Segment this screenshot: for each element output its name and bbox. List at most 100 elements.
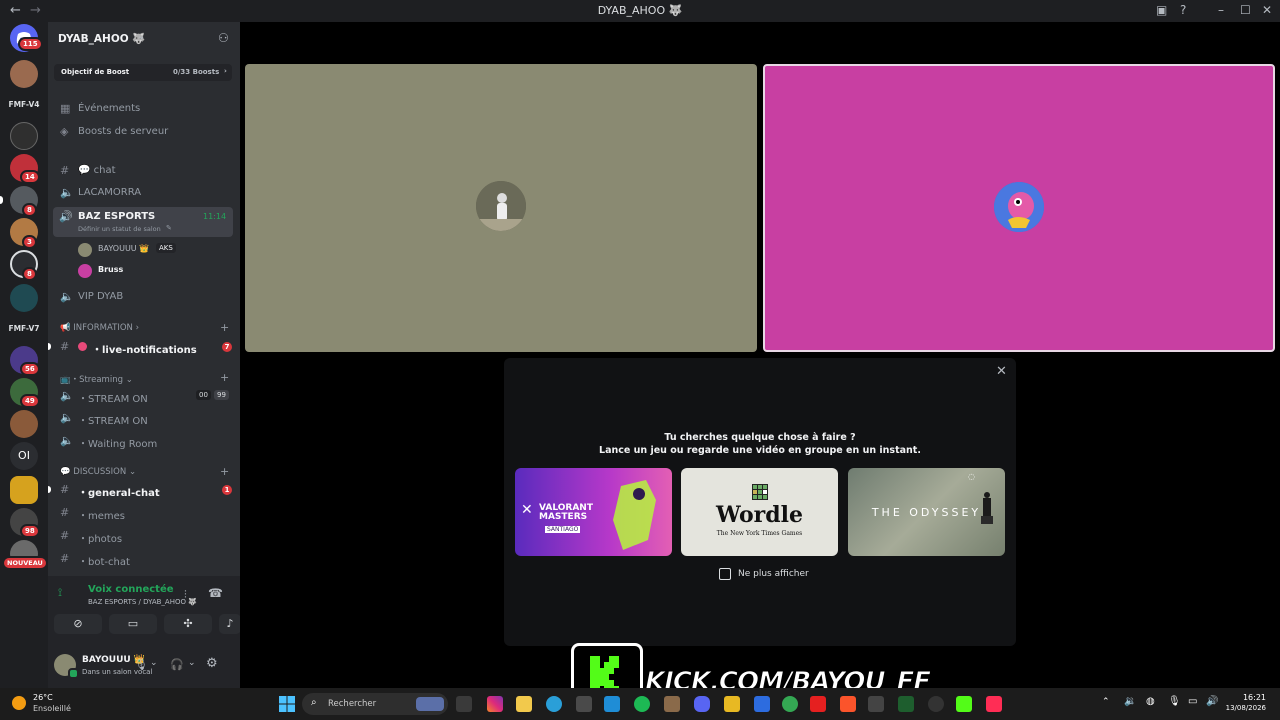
taskbar-search[interactable]: ⌕ Rechercher — [302, 693, 448, 715]
voice-user-bayouuu[interactable]: BAYOUUU 👑 AKS — [78, 241, 234, 259]
server-icon[interactable] — [10, 122, 38, 150]
spotify-icon[interactable] — [634, 696, 650, 712]
microphone-tray-icon[interactable]: 🎙 — [1168, 696, 1181, 707]
noise-suppression-icon[interactable]: ⫶ — [184, 588, 187, 602]
server-icon-fmf-v7[interactable]: FMF-V7 — [2, 324, 46, 333]
server-boosts-label: Boosts de serveur — [78, 126, 169, 137]
disconnect-icon[interactable]: ☎ — [208, 586, 223, 600]
volume-icon[interactable]: 🔉 — [1124, 696, 1136, 707]
instagram-icon[interactable] — [487, 696, 503, 712]
activity-card-valorant[interactable]: ✕ VALORANT MASTERS SANTIAGO — [515, 468, 672, 556]
activity-card-odyssey[interactable]: THE ODYSSEY ◌ — [848, 468, 1005, 556]
server-icon[interactable] — [10, 410, 38, 438]
add-member-icon[interactable]: ⚇ — [218, 31, 229, 45]
activity-card-wordle[interactable]: Wordle The New York Times Games — [681, 468, 838, 556]
soundboard-button[interactable]: ♪ — [219, 614, 241, 634]
avatar — [78, 243, 92, 257]
brave-icon[interactable] — [840, 696, 856, 712]
category-information-label: 📢 INFORMATION — [60, 323, 133, 333]
voice-channel-baz-esports[interactable]: 🔊 BAZ ESPORTS 11:14 Définir un statut de… — [53, 207, 233, 237]
voice-channel-vip[interactable]: 🔈 VIP DYAB — [54, 287, 234, 307]
camera-off-button[interactable]: ⊘ — [54, 614, 102, 634]
chevron-down-icon[interactable]: ⌄ — [150, 658, 158, 668]
channel-memes[interactable]: # ・memes — [54, 503, 234, 523]
voice-channel-stream-on-2[interactable]: 🔈 ・STREAM ON — [54, 408, 234, 428]
avatar — [994, 182, 1044, 232]
server-header[interactable]: DYAB_AHOO 🐺 ⌄ ⚇ — [48, 22, 240, 56]
inbox-icon[interactable]: ▣ — [1156, 3, 1167, 17]
network-icon[interactable]: ◍ — [1146, 696, 1155, 707]
wordle-grid-icon — [752, 484, 768, 500]
speaker-tray-icon[interactable]: 🔊 — [1206, 696, 1218, 707]
edge-icon[interactable] — [546, 696, 562, 712]
task-view-icon[interactable] — [456, 696, 472, 712]
speaker-icon: 🔈 — [60, 186, 74, 199]
share-screen-button[interactable]: ▭ — [109, 614, 157, 634]
stream-on-2-label: ・STREAM ON — [78, 416, 148, 427]
app-icon[interactable] — [604, 696, 620, 712]
voice-channel-lacamorra[interactable]: 🔈 LACAMORRA — [54, 183, 234, 203]
minimize-button[interactable]: – — [1218, 3, 1224, 17]
participant-tile-bayouuu[interactable] — [245, 64, 757, 352]
weather-temp[interactable]: 26°C — [33, 693, 53, 702]
set-status-link[interactable]: Définir un statut de salon — [78, 225, 161, 233]
obs-icon[interactable] — [928, 696, 944, 712]
discord-icon[interactable] — [694, 696, 710, 712]
app-icon[interactable] — [898, 696, 914, 712]
kick-app-icon[interactable] — [956, 696, 972, 712]
app-icon[interactable] — [810, 696, 826, 712]
wordle-subtitle: The New York Times Games — [716, 530, 803, 537]
tray-chevron-up-icon[interactable]: ⌃ — [1102, 697, 1110, 707]
chevron-down-icon[interactable]: ⌄ — [188, 658, 196, 668]
server-icon[interactable] — [10, 284, 38, 312]
app-icon[interactable] — [576, 696, 592, 712]
channel-photos[interactable]: # ・photos — [54, 526, 234, 546]
boost-goal-bar[interactable]: Objectif de Boost 0/33 Boosts › — [54, 64, 232, 81]
help-icon[interactable]: ? — [1180, 3, 1186, 17]
add-channel-icon[interactable]: + — [220, 371, 229, 384]
clock-date[interactable]: 13/08/2026 — [1222, 704, 1266, 712]
clock-time[interactable]: 16:21 — [1236, 693, 1266, 702]
add-channel-icon[interactable]: + — [220, 465, 229, 478]
close-icon[interactable]: ✕ — [996, 364, 1007, 379]
add-channel-icon[interactable]: + — [220, 321, 229, 334]
avatar — [476, 181, 526, 231]
dont-show-again-checkbox[interactable] — [719, 568, 731, 580]
app-icon[interactable] — [868, 696, 884, 712]
settings-gear-icon[interactable]: ⚙ — [206, 656, 218, 671]
chrome-icon[interactable] — [782, 696, 798, 712]
app-icon[interactable] — [664, 696, 680, 712]
app-icon[interactable] — [724, 696, 740, 712]
app-icon[interactable] — [754, 696, 770, 712]
voice-user-bruss[interactable]: Bruss — [78, 262, 234, 280]
activities-button[interactable]: ✣ — [164, 614, 212, 634]
maximize-button[interactable]: ☐ — [1240, 3, 1251, 17]
channel-bot-chat[interactable]: # ・bot-chat — [54, 549, 234, 569]
headphones-icon[interactable]: 🎧 — [170, 658, 184, 671]
windows-start-icon[interactable] — [279, 696, 295, 712]
chevron-right-icon: › — [135, 323, 139, 333]
voice-channel-waiting-room[interactable]: 🔈 ・Waiting Room — [54, 431, 234, 451]
display-icon[interactable]: ▭ — [1188, 696, 1197, 707]
category-streaming[interactable]: 📺・Streaming ⌄ + — [60, 371, 229, 385]
category-information[interactable]: 📢 INFORMATION › + — [60, 321, 229, 334]
microphone-icon[interactable]: 🎙 — [134, 658, 148, 671]
close-window-button[interactable]: ✕ — [1262, 3, 1272, 17]
participant-tile-bruss[interactable] — [763, 64, 1275, 352]
weather-desc[interactable]: Ensoleillé — [33, 704, 71, 713]
voice-channel-stream-on-1[interactable]: 🔈 ・STREAM ON 00 99 — [54, 386, 234, 406]
channel-general-chat[interactable]: # ・general-chat 1 — [48, 480, 234, 500]
channel-chat[interactable]: # 💬 chat — [54, 161, 234, 181]
voice-location[interactable]: BAZ ESPORTS / DYAB_AHOO 🐺 — [88, 598, 197, 606]
file-explorer-icon[interactable] — [516, 696, 532, 712]
server-icon[interactable] — [10, 60, 38, 88]
events-item[interactable]: ▦ Événements — [54, 99, 234, 119]
tiktok-icon[interactable] — [986, 696, 1002, 712]
server-icon[interactable] — [10, 476, 38, 504]
channel-live-notifications[interactable]: # ・live-notifications 7 — [48, 337, 234, 357]
server-boosts-item[interactable]: ◈ Boosts de serveur — [54, 122, 234, 142]
server-icon-oi[interactable]: OI — [10, 442, 38, 470]
server-icon-fmf-v4[interactable]: FMF-V4 — [2, 100, 46, 109]
stream-on-1-label: ・STREAM ON — [78, 394, 148, 405]
category-discussion[interactable]: 💬 DISCUSSION ⌄ + — [60, 465, 229, 478]
